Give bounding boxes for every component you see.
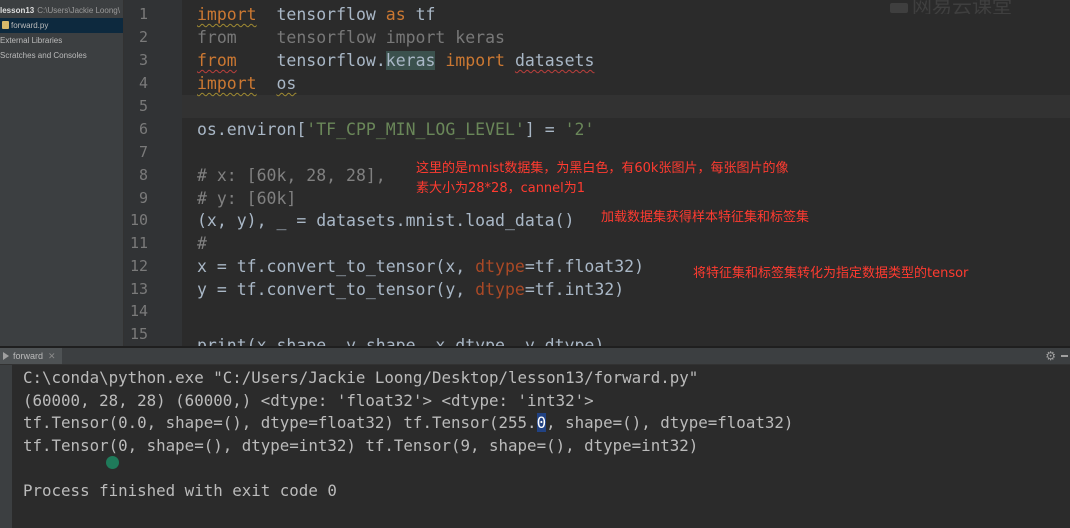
module-name: tensorflow <box>276 5 376 24</box>
console-text: , shape=(), dtype=float32) <box>546 413 794 432</box>
code-text: os.environ[ <box>197 120 307 139</box>
code-line-8: # x: [60k, 28, 28], <box>197 166 386 185</box>
code-line-11: # <box>197 234 207 253</box>
line-number: 8 <box>138 166 148 184</box>
keyword: import <box>197 5 257 24</box>
code-line-12: x = tf.convert_to_tensor(x, dtype=tf.flo… <box>197 255 644 278</box>
code-line-9: # y: [60k] <box>197 189 297 208</box>
line-number: 3 <box>138 51 148 69</box>
keyword: as <box>385 5 406 24</box>
code-line-15: print(x.shape, y.shape, x.dtype, y.dtype… <box>197 336 605 346</box>
annotation-mnist-1: 这里的是mnist数据集，为黑白色，有60k张图片，每张图片的像 <box>416 161 789 176</box>
watermark-logo-icon <box>890 3 908 13</box>
project-path: C:\Users\Jackie Loong\ <box>37 6 120 15</box>
line-number: 9 <box>138 189 148 207</box>
code-text: =tf.float32) <box>524 257 645 276</box>
gear-icon[interactable]: ⚙ <box>1045 349 1056 363</box>
code-text: x = tf.convert_to_tensor(x, <box>197 257 476 276</box>
module-name: tensorflow. <box>276 51 386 70</box>
line-number: 12 <box>129 257 148 275</box>
console-selection: 0 <box>536 413 547 432</box>
code-line-3: from tensorflow.keras import datasets <box>197 49 594 72</box>
line-number: 6 <box>138 120 148 138</box>
line-number: 4 <box>138 74 148 92</box>
line-number: 7 <box>138 143 148 161</box>
import-name: datasets <box>514 51 595 70</box>
tree-item-label: Scratches and Consoles <box>0 51 87 60</box>
annotation-load-data: 加载数据集获得样本特征集和标签集 <box>601 210 810 225</box>
console-text: tf.Tensor(0.0, shape=(), dtype=float32) … <box>23 413 537 432</box>
keyword: import <box>197 74 257 93</box>
code-text: y = tf.convert_to_tensor(y, <box>197 280 476 299</box>
annotation-convert: 将特征集和标签集转化为指定数据类型的tensor <box>693 266 969 281</box>
current-line-highlight <box>182 95 1070 118</box>
tree-item-label: forward.py <box>11 21 49 30</box>
tree-item-scratches[interactable]: Scratches and Consoles <box>0 48 123 63</box>
project-name: lesson13 <box>0 6 35 15</box>
string-literal: 'TF_CPP_MIN_LOG_LEVEL' <box>306 120 525 139</box>
run-tab-label: forward <box>13 351 44 361</box>
code-text: ] = <box>524 120 565 139</box>
editor-gutter: 1 2 3 4 5 6 7 8 9 10 11 12 13 14 15 <box>124 0 192 346</box>
run-tab[interactable]: forward ✕ <box>0 348 62 364</box>
alias-name: tf <box>415 5 436 24</box>
minimize-icon[interactable] <box>1061 355 1068 357</box>
annotation-mnist-2: 素大小为28*28，cannel为1 <box>416 181 586 196</box>
run-panel-header: forward ✕ ⚙ <box>0 348 1070 365</box>
run-console[interactable]: C:\conda\python.exe "C:/Users/Jackie Loo… <box>12 365 1070 528</box>
string-literal: '2' <box>564 120 595 139</box>
keyword: import <box>445 51 505 70</box>
console-line: (60000, 28, 28) (60000,) <dtype: 'float3… <box>23 391 594 410</box>
keyword: from <box>197 51 237 70</box>
line-number: 13 <box>129 280 148 298</box>
line-number: 1 <box>138 5 148 23</box>
module-name: keras <box>385 51 436 70</box>
code-line-1: import tensorflow as tf <box>197 3 435 26</box>
console-line: C:\conda\python.exe "C:/Users/Jackie Loo… <box>23 368 699 387</box>
code-line-4: import os <box>197 72 296 95</box>
line-number: 2 <box>138 28 148 46</box>
module-name: os <box>276 74 297 93</box>
mouse-cursor-indicator <box>106 456 119 469</box>
line-number: 5 <box>138 97 148 115</box>
tree-item-forward-py[interactable]: forward.py <box>0 18 123 33</box>
keyword-argument: dtype <box>475 257 525 276</box>
console-line: tf.Tensor(0.0, shape=(), dtype=float32) … <box>23 412 793 434</box>
run-toolbar <box>0 365 12 528</box>
tree-item-label: External Libraries <box>0 36 63 45</box>
tree-item-external-libraries[interactable]: External Libraries <box>0 33 123 48</box>
console-exit-line: Process finished with exit code 0 <box>23 481 337 500</box>
code-editor[interactable]: import tensorflow as tf from tensorflow … <box>182 0 1070 346</box>
line-number: 15 <box>129 325 148 343</box>
run-icon <box>3 352 9 360</box>
line-number: 10 <box>129 211 148 229</box>
code-line-10: (x, y), _ = datasets.mnist.load_data() <box>197 211 575 230</box>
keyword-argument: dtype <box>475 280 525 299</box>
watermark-text: 网易云课堂 <box>912 0 1012 14</box>
line-number: 14 <box>129 302 148 320</box>
project-root[interactable]: lesson13 C:\Users\Jackie Loong\ <box>0 3 123 18</box>
console-line: tf.Tensor(0, shape=(), dtype=int32) tf.T… <box>23 436 699 455</box>
code-text: =tf.int32) <box>524 280 625 299</box>
code-line-13: y = tf.convert_to_tensor(y, dtype=tf.int… <box>197 278 624 301</box>
code-line-2: from tensorflow import keras <box>197 28 505 47</box>
project-sidebar: lesson13 C:\Users\Jackie Loong\ forward.p… <box>0 0 124 346</box>
python-file-icon <box>2 21 9 29</box>
watermark: 网易云课堂 <box>890 0 1050 14</box>
close-icon[interactable]: ✕ <box>48 351 56 361</box>
code-line-6: os.environ['TF_CPP_MIN_LOG_LEVEL'] = '2' <box>197 118 594 141</box>
line-number: 11 <box>129 234 148 252</box>
